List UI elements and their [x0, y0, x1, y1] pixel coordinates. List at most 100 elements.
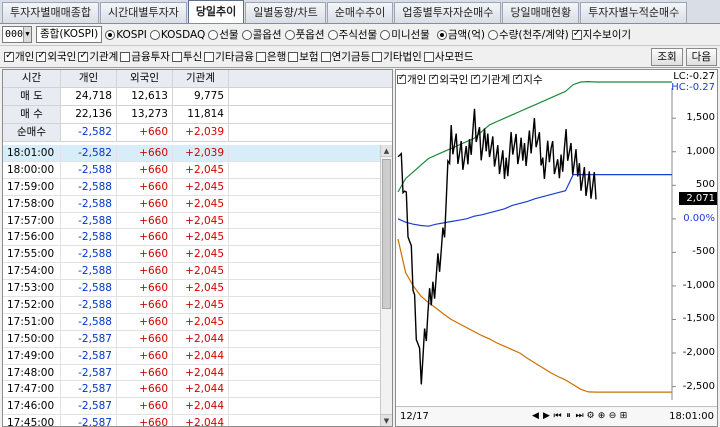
foreign-cell: +660	[117, 313, 173, 330]
unit-radio-0[interactable]: 금액(억)	[436, 27, 485, 42]
institution-cell: +2,044	[173, 330, 229, 347]
row-filler	[229, 415, 380, 426]
first-icon[interactable]: ⏮	[552, 410, 563, 423]
date-label: 12/17	[400, 411, 429, 422]
time-cell: 17:58:00	[3, 195, 61, 212]
header-individual: 개인	[61, 70, 117, 87]
investor-check-5[interactable]: 기타금융	[204, 49, 254, 64]
summary-row: 순매수 -2,582 +660 +2,039	[3, 124, 392, 142]
time-cell: 17:57:00	[3, 212, 61, 229]
market-radio-0[interactable]: KOSPI	[105, 27, 147, 42]
tab-intraday-trend[interactable]: 당일추이	[187, 0, 245, 23]
legend-item-3[interactable]: 지수	[513, 72, 543, 87]
investor-check-9[interactable]: 기타법인	[372, 49, 422, 64]
radio-label: KOSDAQ	[160, 28, 206, 41]
y-tick-label: 1,500	[686, 112, 715, 124]
tab-net-buy-trend[interactable]: 순매수추이	[326, 2, 394, 23]
checkbox-icon	[471, 73, 481, 84]
radio-label: 수량(천주/계약)	[499, 29, 569, 41]
chart-controls: ◀ ▶ ⏮ ⏸ ⏭ ⚙ ⊕ ⊖ ⊞	[530, 410, 629, 423]
market-radio-3[interactable]: 콜옵션	[241, 27, 282, 42]
tab-bar: 투자자별매매종합 시간대별투자자 당일추이 일별동향/차트 순매수추이 업종별투…	[0, 0, 720, 24]
table-row[interactable]: 17:51:00 -2,588 +660 +2,045	[3, 313, 380, 331]
legend-item-2[interactable]: 기관계	[471, 72, 510, 87]
scroll-down-icon[interactable]: ▼	[381, 414, 392, 426]
header-time: 시간	[3, 70, 61, 87]
investor-check-0[interactable]: 개인	[4, 49, 34, 64]
checkbox-label: 기타금융	[215, 51, 254, 63]
table-row[interactable]: 17:52:00 -2,588 +660 +2,045	[3, 297, 380, 314]
table-row[interactable]: 17:58:00 -2,588 +660 +2,045	[3, 195, 380, 213]
investor-check-4[interactable]: 투신	[171, 49, 202, 64]
investor-check-10[interactable]: 사모펀드	[423, 49, 473, 64]
row-filler	[229, 229, 380, 245]
vertical-scrollbar[interactable]: ▲ ▼	[380, 145, 392, 426]
scroll-thumb[interactable]	[382, 159, 391, 309]
legend-item-0[interactable]: 개인	[397, 72, 426, 87]
market-radio-2[interactable]: 선물	[208, 27, 239, 42]
settings-icon[interactable]: ⚙	[585, 410, 596, 423]
tab-sector-investor[interactable]: 업종별투자자순매수	[394, 2, 502, 23]
zoom-in-icon[interactable]: ⊕	[596, 410, 607, 423]
legend-item-1[interactable]: 외국인	[429, 72, 468, 87]
summary-cell: 11,814	[173, 106, 229, 123]
market-radio-1[interactable]: KOSDAQ	[149, 27, 206, 42]
tab-cumulative[interactable]: 투자자별누적순매수	[580, 2, 688, 23]
pause-icon[interactable]: ⏸	[563, 410, 574, 423]
table-row[interactable]: 17:47:00 -2,587 +660 +2,044	[3, 381, 380, 399]
y-tick-label: 500	[695, 179, 715, 191]
investor-check-8[interactable]: 연기금등	[320, 49, 370, 64]
table-row[interactable]: 17:53:00 -2,588 +660 +2,045	[3, 280, 380, 298]
scroll-left-icon[interactable]: ◀	[530, 410, 541, 423]
table-row[interactable]: 17:49:00 -2,587 +660 +2,044	[3, 347, 380, 365]
y-tick-label: -1,500	[682, 313, 715, 325]
code-input[interactable]: 0001 ▼	[2, 26, 32, 43]
checkbox-icon	[120, 51, 131, 62]
table-row[interactable]: 17:59:00 -2,588 +660 +2,045	[3, 178, 380, 196]
market-select[interactable]: 종합(KOSPI)	[36, 26, 103, 43]
table-row[interactable]: 17:55:00 -2,588 +660 +2,045	[3, 246, 380, 264]
investor-check-7[interactable]: 보험	[288, 49, 319, 64]
table-row[interactable]: 17:50:00 -2,587 +660 +2,044	[3, 330, 380, 348]
index-visible-check[interactable]: 지수보이기	[571, 27, 631, 42]
last-value-badge: 2,071	[679, 192, 717, 205]
institution-cell: +2,044	[173, 364, 229, 381]
fit-icon[interactable]: ⊞	[618, 410, 629, 423]
investor-check-6[interactable]: 은행	[255, 49, 286, 64]
tab-daily-chart[interactable]: 일별동향/차트	[245, 2, 326, 23]
table-row[interactable]: 17:54:00 -2,588 +660 +2,045	[3, 263, 380, 281]
market-radio-6[interactable]: 미니선물	[380, 27, 430, 42]
table-row[interactable]: 18:01:00 -2,582 +660 +2,039	[3, 145, 380, 162]
investor-check-2[interactable]: 기관계	[78, 49, 118, 64]
time-cell: 17:56:00	[3, 229, 61, 246]
table-row[interactable]: 18:00:00 -2,588 +660 +2,045	[3, 161, 380, 179]
next-button[interactable]: 다음	[685, 47, 717, 66]
investor-check-1[interactable]: 외국인	[36, 49, 76, 64]
table-row[interactable]: 17:46:00 -2,587 +660 +2,044	[3, 398, 380, 416]
individual-cell: -2,587	[61, 347, 117, 364]
radio-label: 미니선물	[391, 29, 430, 41]
row-filler	[229, 331, 380, 347]
time-cell: 17:49:00	[3, 347, 61, 364]
tab-time-investor[interactable]: 시간대별투자자	[99, 2, 187, 23]
radio-icon	[327, 29, 338, 40]
code-dropdown-icon[interactable]: ▼	[23, 27, 31, 42]
market-radio-5[interactable]: 주식선물	[327, 27, 377, 42]
tab-investor-summary[interactable]: 투자자별매매종합	[2, 2, 99, 23]
market-radio-4[interactable]: 풋옵션	[284, 27, 325, 42]
last-icon[interactable]: ⏭	[574, 410, 585, 423]
scroll-up-icon[interactable]: ▲	[381, 145, 392, 157]
table-row[interactable]: 17:48:00 -2,587 +660 +2,044	[3, 364, 380, 382]
table-row[interactable]: 17:45:00 -2,587 +660 +2,044	[3, 415, 380, 426]
y-tick-label: -2,500	[682, 380, 715, 392]
table-row[interactable]: 17:57:00 -2,588 +660 +2,045	[3, 212, 380, 230]
unit-radio-1[interactable]: 수량(천주/계약)	[488, 27, 569, 42]
time-list[interactable]: 18:01:00 -2,582 +660 +2,039 18:00:00 -2,588 +6…	[3, 145, 380, 426]
query-button[interactable]: 조회	[651, 47, 683, 66]
investor-check-3[interactable]: 금융투자	[120, 49, 170, 64]
scroll-right-icon[interactable]: ▶	[541, 410, 552, 423]
table-row[interactable]: 17:56:00 -2,588 +660 +2,045	[3, 229, 380, 247]
zoom-out-icon[interactable]: ⊖	[607, 410, 618, 423]
tab-daily-trading[interactable]: 당일매매현황	[502, 2, 580, 23]
chart-legend: 개인 외국인 기관계 지수	[397, 72, 546, 87]
